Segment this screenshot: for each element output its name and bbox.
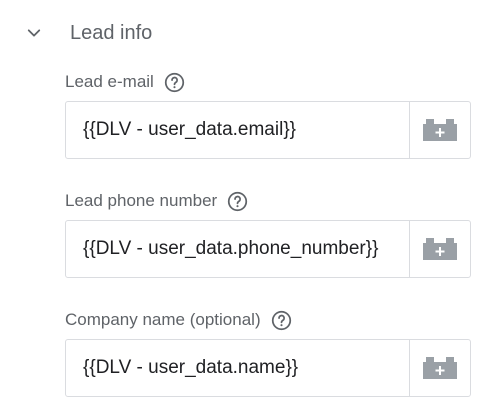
section-title: Lead info <box>70 22 153 44</box>
help-icon[interactable] <box>227 191 248 212</box>
lead-phone-label: Lead phone number <box>65 191 218 210</box>
insert-variable-button[interactable] <box>409 221 470 277</box>
lego-brick-plus-icon <box>423 357 457 379</box>
help-icon[interactable] <box>271 310 292 331</box>
lead-email-input-group: {{DLV - user_data.email}} <box>65 101 471 159</box>
lead-phone-input[interactable]: {{DLV - user_data.phone_number}} <box>66 221 409 277</box>
insert-variable-button[interactable] <box>409 340 470 396</box>
company-name-value: {{DLV - user_data.name}} <box>83 357 299 378</box>
help-icon[interactable] <box>164 72 185 93</box>
lego-brick-plus-icon <box>423 238 457 260</box>
lead-phone-input-group: {{DLV - user_data.phone_number}} <box>65 220 471 278</box>
company-name-input-group: {{DLV - user_data.name}} <box>65 339 471 397</box>
lego-brick-plus-icon <box>423 119 457 141</box>
lead-phone-field: Lead phone number {{DLV - user_data.phon… <box>65 189 471 278</box>
lead-email-input[interactable]: {{DLV - user_data.email}} <box>66 102 409 158</box>
chevron-down-icon[interactable] <box>22 21 46 45</box>
section-header[interactable]: Lead info <box>0 12 486 52</box>
lead-phone-value: {{DLV - user_data.phone_number}} <box>83 238 379 259</box>
lead-email-label: Lead e-mail <box>65 72 154 91</box>
lead-email-value: {{DLV - user_data.email}} <box>83 119 297 140</box>
company-name-input[interactable]: {{DLV - user_data.name}} <box>66 340 409 396</box>
lead-email-field: Lead e-mail {{DLV - user_data.email}} <box>65 70 471 159</box>
company-name-label: Company name (optional) <box>65 310 261 329</box>
lead-info-panel: Lead info Lead e-mail {{DLV - user_data.… <box>0 0 486 415</box>
insert-variable-button[interactable] <box>409 102 470 158</box>
company-name-field: Company name (optional) {{DLV - user_dat… <box>65 308 471 397</box>
